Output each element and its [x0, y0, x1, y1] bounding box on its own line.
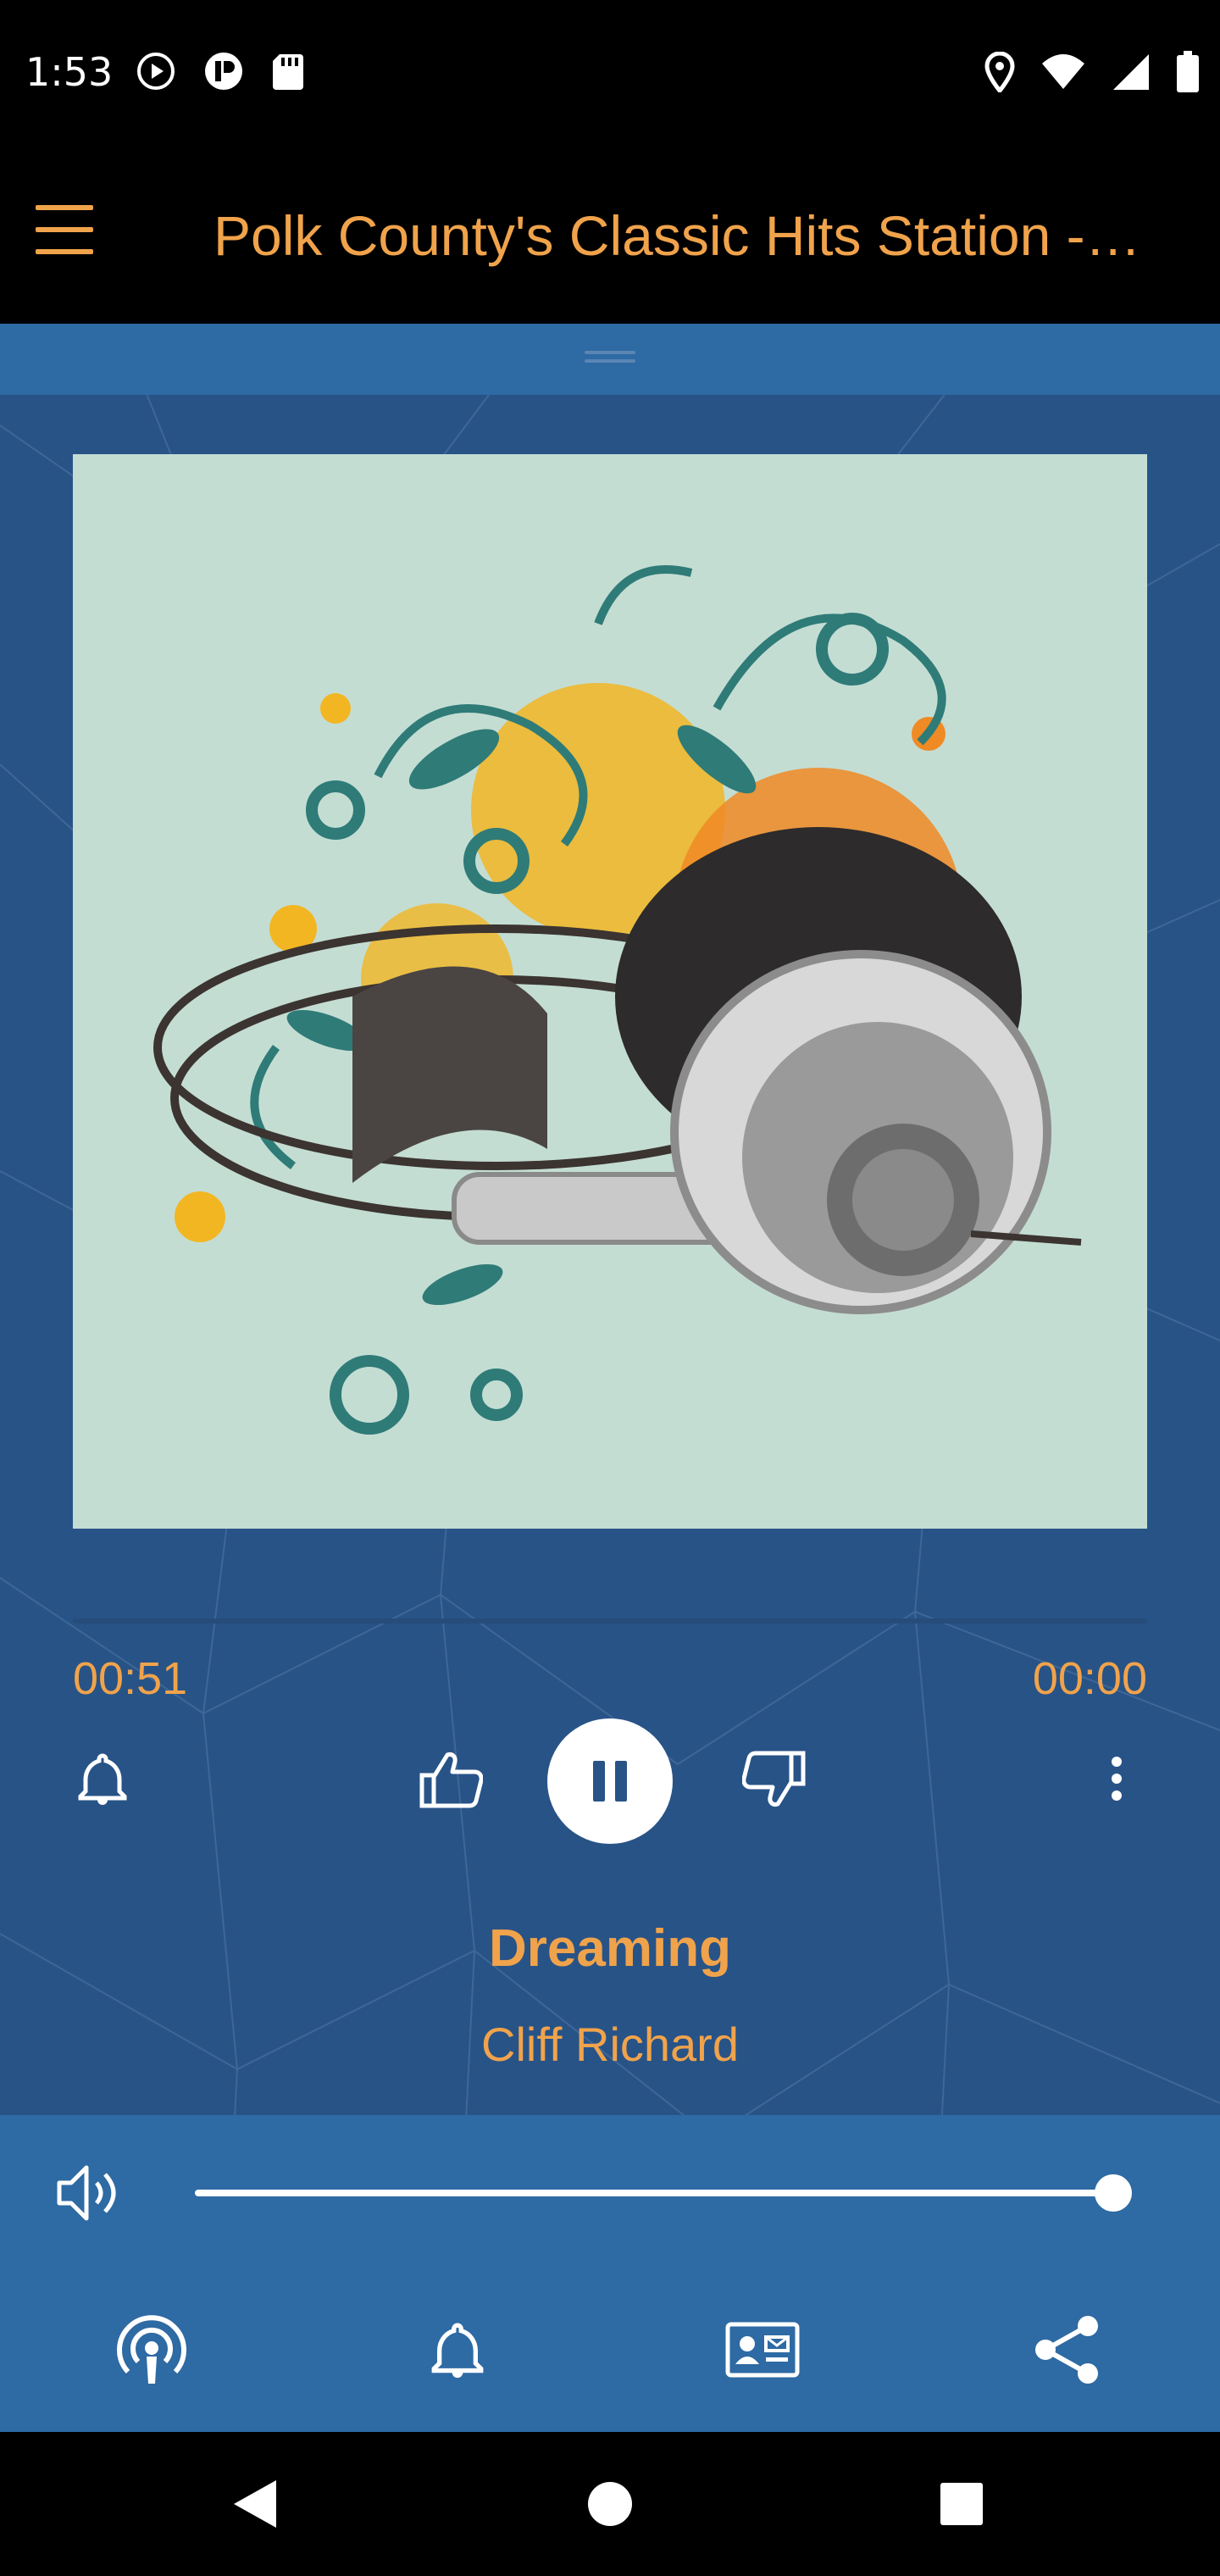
drag-strip[interactable] — [0, 324, 1220, 395]
status-bar: 1:53 — [0, 0, 1220, 146]
drag-handle[interactable] — [585, 351, 635, 366]
status-left-icons — [136, 51, 305, 92]
share-icon[interactable] — [1021, 2303, 1114, 2396]
media-icon — [202, 51, 246, 92]
sd-card-icon — [271, 51, 305, 92]
headphones-artwork — [73, 454, 1147, 1529]
battery-icon — [1176, 51, 1200, 93]
pause-icon — [593, 1761, 627, 1802]
location-icon — [984, 52, 1015, 92]
volume-slider[interactable] — [195, 2190, 1113, 2196]
more-vert-icon[interactable] — [1090, 1744, 1144, 1813]
thumbs-down-icon[interactable] — [734, 1739, 815, 1820]
station-title: Polk County's Classic Hits Station -… — [214, 204, 1141, 267]
hamburger-menu-icon[interactable] — [34, 197, 95, 264]
contact-card-icon[interactable] — [716, 2303, 809, 2396]
volume-icon[interactable] — [54, 2159, 122, 2227]
app-bar: Polk County's Classic Hits Station -… — [0, 146, 1220, 324]
signal-icon — [1112, 53, 1151, 92]
bottom-icon-bar — [0, 2303, 1220, 2396]
wifi-icon — [1040, 53, 1086, 91]
elapsed-time: 00:51 — [73, 1653, 188, 1704]
play-circle-icon — [136, 51, 176, 92]
podcast-icon[interactable] — [105, 2303, 198, 2396]
alarm-icon[interactable] — [68, 1744, 137, 1813]
progress-bar[interactable] — [73, 1618, 1147, 1624]
bottom-panel — [0, 2115, 1220, 2432]
notification-bell-icon[interactable] — [411, 2303, 504, 2396]
song-artist: Cliff Richard — [481, 2018, 739, 2071]
home-icon[interactable] — [572, 2466, 648, 2542]
total-time: 00:00 — [1032, 1653, 1147, 1704]
recents-icon[interactable] — [923, 2466, 1000, 2542]
song-title: Dreaming — [489, 1919, 731, 1978]
pause-button[interactable] — [547, 1718, 673, 1844]
system-nav-bar — [0, 2432, 1220, 2576]
status-right-icons — [984, 51, 1200, 93]
volume-thumb[interactable] — [1095, 2174, 1132, 2212]
thumbs-up-icon[interactable] — [410, 1739, 491, 1820]
status-time: 1:53 — [25, 49, 114, 95]
back-icon[interactable] — [216, 2466, 292, 2542]
